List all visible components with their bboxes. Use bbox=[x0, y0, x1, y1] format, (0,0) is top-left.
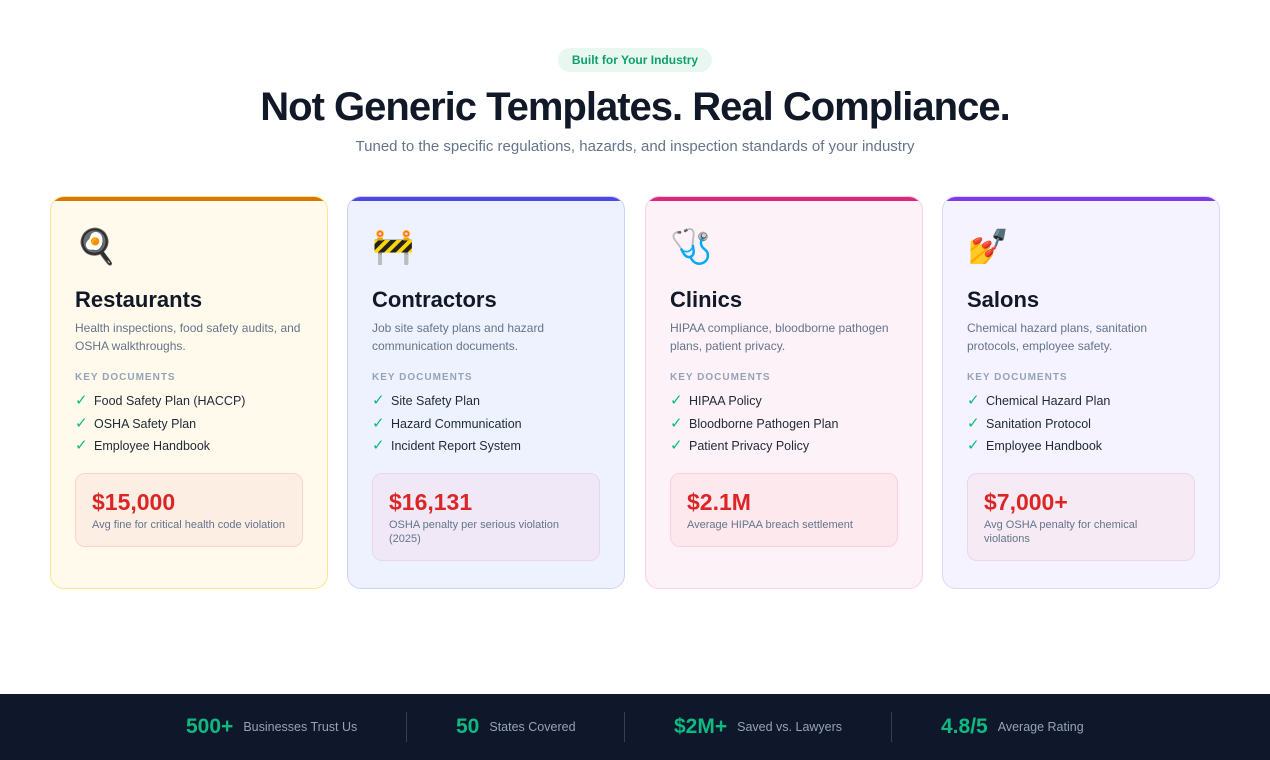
penalty-stat: $16,131 OSHA penalty per serious violati… bbox=[372, 473, 600, 561]
penalty-label: OSHA penalty per serious violation (2025… bbox=[389, 519, 559, 545]
card-description: Chemical hazard plans, sanitation protoc… bbox=[967, 321, 1148, 353]
list-item: ✓ Bloodborne Pathogen Plan bbox=[670, 413, 838, 436]
check-icon: ✓ bbox=[670, 414, 683, 432]
card-description: HIPAA compliance, bloodborne pathogen pl… bbox=[670, 321, 889, 353]
stethoscope-icon: 🩺 bbox=[670, 228, 713, 266]
document-list: ✓ Food Safety Plan (HACCP) ✓ OSHA Safety P… bbox=[75, 390, 245, 458]
frying-pan-icon: 🍳 bbox=[75, 228, 118, 266]
card-title: Clinics bbox=[670, 287, 743, 312]
industry-card-clinics: 🩺 Clinics HIPAA compliance, bloodborne p… bbox=[645, 196, 923, 589]
industry-card-restaurants: 🍳 Restaurants Health inspections, food s… bbox=[50, 196, 328, 589]
penalty-label: Avg fine for critical health code violat… bbox=[92, 519, 286, 531]
construction-barrier-icon: 🚧 bbox=[372, 228, 415, 266]
stat-value: $2M+ bbox=[674, 715, 728, 738]
key-documents-heading: KEY DOCUMENTS bbox=[75, 372, 176, 383]
divider bbox=[406, 712, 407, 742]
card-accent-bar bbox=[348, 197, 624, 201]
stat-savings: $2M+ Saved vs. Lawyers bbox=[674, 694, 842, 760]
stat-label: States Covered bbox=[489, 720, 576, 734]
key-documents-heading: KEY DOCUMENTS bbox=[967, 372, 1068, 383]
document-list: ✓ Chemical Hazard Plan ✓ Sanitation Protoc… bbox=[967, 390, 1110, 458]
penalty-label: Average HIPAA breach settlement bbox=[687, 519, 853, 531]
list-item: ✓ Hazard Communication bbox=[372, 413, 522, 436]
stat-label: Businesses Trust Us bbox=[243, 720, 358, 734]
list-item: ✓ Food Safety Plan (HACCP) bbox=[75, 390, 245, 413]
check-icon: ✓ bbox=[75, 392, 88, 410]
card-title: Salons bbox=[967, 287, 1040, 312]
key-documents-heading: KEY DOCUMENTS bbox=[670, 372, 771, 383]
check-icon: ✓ bbox=[372, 392, 385, 410]
penalty-amount: $15,000 bbox=[92, 489, 176, 515]
card-accent-bar bbox=[646, 197, 922, 201]
list-item: ✓ OSHA Safety Plan bbox=[75, 413, 245, 436]
stat-states: 50 States Covered bbox=[456, 694, 576, 760]
check-icon: ✓ bbox=[372, 437, 385, 455]
check-icon: ✓ bbox=[670, 437, 683, 455]
check-icon: ✓ bbox=[967, 414, 980, 432]
card-title: Restaurants bbox=[75, 287, 203, 312]
card-description: Job site safety plans and hazard communi… bbox=[372, 321, 545, 353]
stat-value: 4.8/5 bbox=[941, 715, 988, 738]
penalty-stat: $2.1M Average HIPAA breach settlement bbox=[670, 473, 898, 547]
industry-card-salons: 💅 Salons Chemical hazard plans, sanitati… bbox=[942, 196, 1220, 589]
page-title: Not Generic Templates. Real Compliance. bbox=[260, 85, 1010, 129]
stat-label: Saved vs. Lawyers bbox=[737, 720, 843, 734]
divider bbox=[891, 712, 892, 742]
industry-card-contractors: 🚧 Contractors Job site safety plans and … bbox=[347, 196, 625, 589]
penalty-amount: $2.1M bbox=[687, 489, 751, 515]
card-title: Contractors bbox=[372, 287, 497, 312]
card-accent-bar bbox=[943, 197, 1219, 201]
penalty-amount: $16,131 bbox=[389, 489, 473, 515]
divider bbox=[624, 712, 625, 742]
list-item: ✓ Chemical Hazard Plan bbox=[967, 390, 1110, 413]
penalty-stat: $7,000+ Avg OSHA penalty for chemical vi… bbox=[967, 473, 1195, 561]
list-item: ✓ Incident Report System bbox=[372, 435, 522, 458]
document-list: ✓ Site Safety Plan ✓ Hazard Communication … bbox=[372, 390, 522, 458]
penalty-amount: $7,000+ bbox=[984, 489, 1068, 515]
list-item: ✓ Patient Privacy Policy bbox=[670, 435, 838, 458]
page-subtitle: Tuned to the specific regulations, hazar… bbox=[355, 138, 915, 155]
nail-polish-icon: 💅 bbox=[967, 228, 1010, 266]
check-icon: ✓ bbox=[372, 414, 385, 432]
list-item: ✓ Sanitation Protocol bbox=[967, 413, 1110, 436]
check-icon: ✓ bbox=[75, 414, 88, 432]
document-list: ✓ HIPAA Policy ✓ Bloodborne Pathogen Plan … bbox=[670, 390, 838, 458]
check-icon: ✓ bbox=[967, 392, 980, 410]
industry-badge: Built for Your Industry bbox=[558, 48, 712, 72]
list-item: ✓ Site Safety Plan bbox=[372, 390, 522, 413]
list-item: ✓ HIPAA Policy bbox=[670, 390, 838, 413]
list-item: ✓ Employee Handbook bbox=[75, 435, 245, 458]
penalty-stat: $15,000 Avg fine for critical health cod… bbox=[75, 473, 303, 547]
key-documents-heading: KEY DOCUMENTS bbox=[372, 372, 473, 383]
stat-businesses: 500+ Businesses Trust Us bbox=[186, 694, 357, 760]
stat-label: Average Rating bbox=[997, 720, 1084, 734]
stat-value: 500+ bbox=[186, 715, 234, 738]
card-accent-bar bbox=[51, 197, 327, 201]
stats-bar: 500+ Businesses Trust Us 50 States Cover… bbox=[0, 694, 1270, 760]
penalty-label: Avg OSHA penalty for chemical violations bbox=[984, 519, 1138, 545]
list-item: ✓ Employee Handbook bbox=[967, 435, 1110, 458]
check-icon: ✓ bbox=[75, 437, 88, 455]
check-icon: ✓ bbox=[670, 392, 683, 410]
stat-value: 50 bbox=[456, 715, 480, 738]
check-icon: ✓ bbox=[967, 437, 980, 455]
card-description: Health inspections, food safety audits, … bbox=[75, 321, 301, 353]
stat-rating: 4.8/5 Average Rating bbox=[941, 694, 1084, 760]
